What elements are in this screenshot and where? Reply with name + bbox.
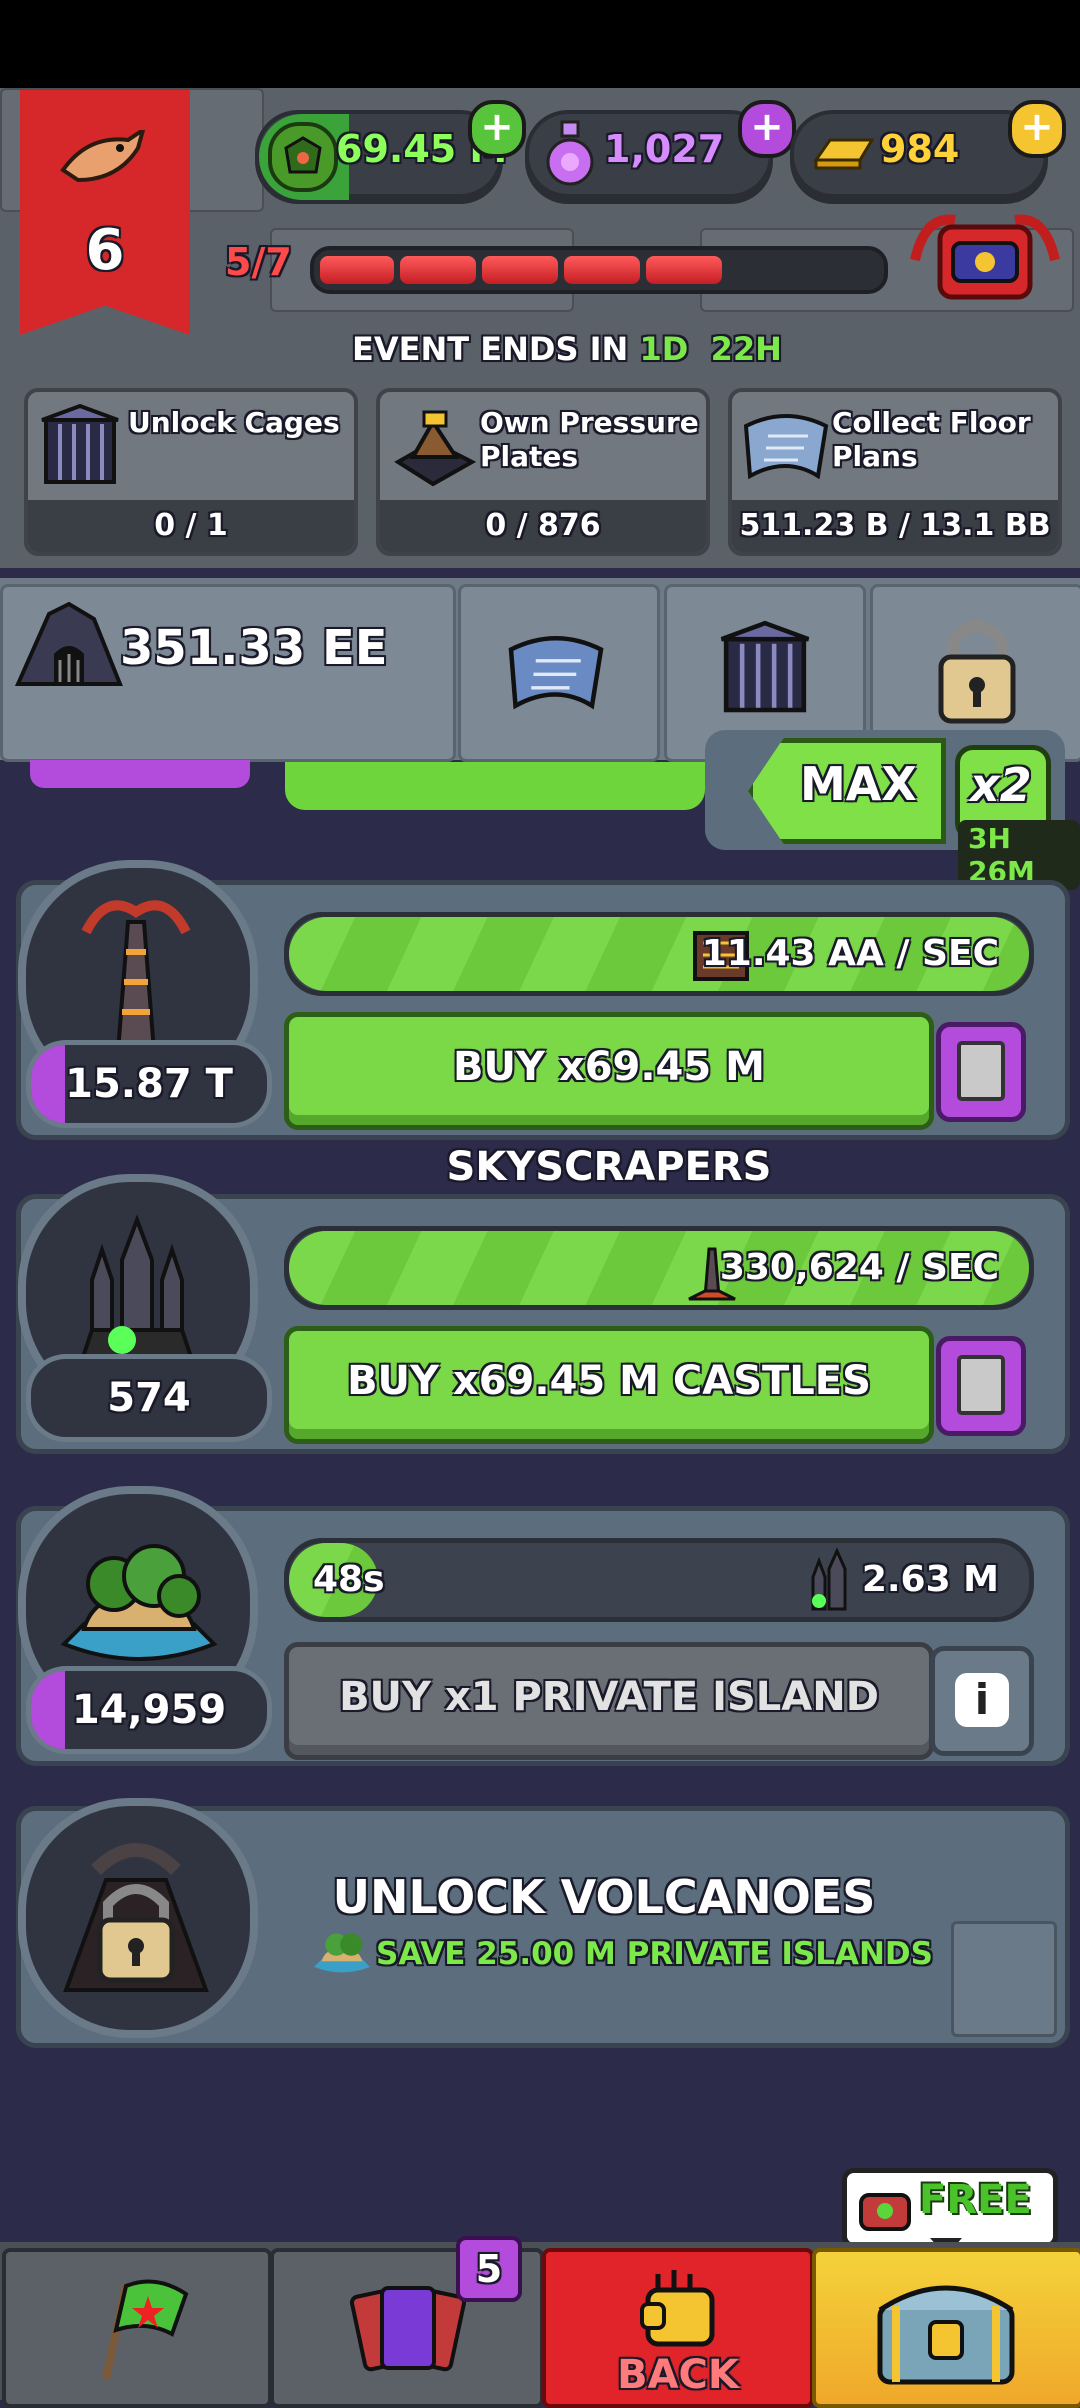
mountain-lair-icon — [14, 594, 124, 694]
production-rate: 2.63 M — [861, 1559, 999, 1600]
quest-card-cages[interactable]: Unlock Cages 0 / 1 — [24, 388, 358, 556]
nav-goals-button[interactable] — [2, 2248, 272, 2408]
owned-value: 574 — [107, 1375, 191, 1421]
cards-icon — [349, 2286, 467, 2372]
volcano-portrait — [18, 1798, 258, 2038]
cash-bundle-icon — [859, 2193, 911, 2231]
free-offer-tooltip[interactable]: FREE — [842, 2168, 1058, 2248]
castle-owned-count: 574 — [26, 1354, 272, 1442]
buy-private-island-button[interactable]: BUY x1 PRIVATE ISLAND — [284, 1642, 934, 1760]
production-timer: 48s — [313, 1559, 385, 1600]
milestone-progress-bar — [310, 246, 888, 294]
add-potions-button[interactable]: + — [738, 100, 796, 158]
owned-value: 15.87 T — [65, 1061, 233, 1107]
cage-icon — [38, 402, 122, 492]
quest-label: Unlock Cages — [128, 406, 340, 439]
info-button[interactable]: i — [930, 1646, 1034, 1756]
skyscraper-owned-count: 15.87 T — [26, 1040, 272, 1128]
partial-buy-button[interactable] — [285, 762, 705, 810]
potion-icon — [542, 118, 598, 188]
nav-treasure-button[interactable] — [812, 2248, 1080, 2408]
level-banner[interactable] — [20, 90, 190, 335]
max-label: MAX — [800, 757, 917, 811]
skyscraper-icon — [81, 900, 191, 1062]
nav-back-button[interactable]: BACK — [542, 2248, 814, 2408]
quest-card-pressure-plates[interactable]: Own Pressure Plates 0 / 876 — [376, 388, 710, 556]
buy-castles-button[interactable]: BUY x69.45 M CASTLES — [284, 1326, 934, 1444]
treasure-chest-icon — [877, 2285, 1015, 2385]
production-rate: 330,624 / SEC — [719, 1247, 999, 1288]
info-icon: i — [955, 1673, 1009, 1727]
fist-icon — [640, 2270, 715, 2347]
lock-icon — [938, 620, 1016, 724]
potions-value: 1,027 — [604, 127, 725, 171]
flag-icon — [102, 2279, 189, 2380]
private-island-icon — [60, 1544, 218, 1661]
manager-card-button[interactable] — [936, 1022, 1026, 1122]
castle-production-bar: 330,624 / SEC — [284, 1226, 1034, 1310]
back-label: BACK — [617, 2352, 739, 2398]
shark-icon — [58, 125, 148, 190]
castle-icon — [79, 1214, 195, 1362]
unlock-title: UNLOCK VOLCANOES — [332, 1870, 876, 1924]
milestone-progress-label: 5/7 — [225, 240, 292, 284]
unlock-requirement: SAVE 25.00 M PRIVATE ISLANDS — [376, 1936, 933, 1972]
reward-chest-icon[interactable] — [905, 205, 1065, 315]
island-mini-icon — [310, 1926, 374, 1978]
event-hours: 22H — [710, 330, 782, 368]
volcano-lock-icon — [63, 1843, 209, 1992]
quest-progress: 0 / 1 — [28, 500, 354, 552]
floor-plan-tab-icon — [508, 636, 604, 710]
floor-plan-scroll-icon — [738, 406, 834, 486]
island-owned-count: 14,959 — [26, 1666, 272, 1754]
quest-progress: 0 / 876 — [380, 500, 706, 552]
castle-mini-icon — [811, 1547, 847, 1611]
gold-bar-icon — [812, 130, 876, 174]
x2-label: x2 — [970, 758, 1032, 812]
production-rate: 11.43 AA / SEC — [701, 933, 999, 974]
partial-count-pill — [30, 760, 250, 788]
add-cash-button[interactable]: + — [468, 100, 526, 158]
cards-badge: 5 — [456, 2236, 522, 2302]
cage-tab-icon — [720, 620, 810, 713]
quest-progress: 511.23 B / 13.1 BB — [732, 500, 1058, 552]
event-prefix: EVENT ENDS IN — [352, 330, 640, 368]
quest-label: Own Pressure Plates — [480, 406, 699, 473]
buy-skyscrapers-button[interactable]: BUY x69.45 M SKYSCRAPERS — [284, 1012, 934, 1190]
island-production-bar: 48s 2.63 M — [284, 1538, 1034, 1622]
quest-label: Collect Floor Plans — [832, 406, 1031, 473]
cash-icon — [268, 122, 338, 192]
manager-card-button[interactable] — [936, 1336, 1026, 1436]
owned-value: 14,959 — [71, 1687, 227, 1733]
event-days: 1D — [639, 330, 689, 368]
level-number: 6 — [85, 218, 125, 283]
quest-card-floor-plans[interactable]: Collect Floor Plans 511.23 B / 13.1 BB — [728, 388, 1062, 556]
event-timer: EVENT ENDS IN 1D 22H — [352, 330, 782, 368]
gold-value: 984 — [880, 127, 960, 171]
pressure-plate-icon — [388, 402, 478, 492]
status-bar — [0, 0, 1080, 88]
add-gold-button[interactable]: + — [1008, 100, 1066, 158]
tab-floor-plans[interactable] — [458, 584, 660, 762]
skyscraper-production-bar: 11.43 AA / SEC — [284, 912, 1034, 996]
total-value: 351.33 EE — [120, 620, 388, 676]
free-label: FREE — [919, 2177, 1032, 2223]
